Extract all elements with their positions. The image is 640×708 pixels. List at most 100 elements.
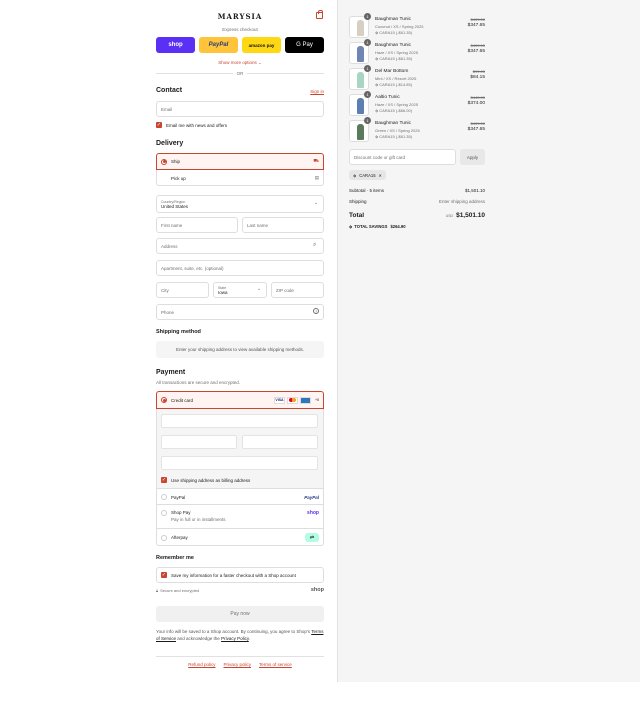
zip-field[interactable]: ZIP code <box>271 282 324 298</box>
paypal-option-row[interactable]: PayPal PayPal <box>156 489 324 505</box>
privacy-link[interactable]: Privacy Policy <box>221 636 249 641</box>
card-name-field[interactable] <box>161 456 318 470</box>
radio-selected-icon[interactable] <box>161 158 167 165</box>
payment-heading: Payment <box>156 369 186 376</box>
check-icon[interactable]: ✓ <box>156 122 162 128</box>
city-field[interactable]: City <box>156 282 209 298</box>
original-price: $99.00 <box>472 69 485 74</box>
quantity-badge: 1 <box>364 91 371 98</box>
apply-button[interactable]: Apply <box>460 149 485 165</box>
shipping-label: Shipping <box>349 199 367 204</box>
email-field[interactable]: Email <box>156 101 324 117</box>
radio-empty-icon[interactable] <box>161 510 167 516</box>
product-variant: Haze / XS / Spring 2025 <box>375 50 418 55</box>
country-value: United States <box>161 203 189 209</box>
product-image <box>357 98 364 114</box>
afterpay-logo-icon: ⇄ <box>305 533 319 542</box>
legal-text-1: Your info will be saved to a Shop accoun… <box>156 629 311 634</box>
afterpay-option-row[interactable]: Afterpay ⇄ <box>156 529 324 546</box>
card-expiry-field[interactable] <box>161 435 237 449</box>
product-name: Baughman Tunic <box>375 17 411 22</box>
show-more-options-link[interactable]: Show more options ⌄ <box>156 60 324 66</box>
original-price: $409.00 <box>470 121 485 126</box>
discounted-price: $84.15 <box>470 75 485 80</box>
shop-logo: shop <box>310 587 324 593</box>
shop-pay-text: Shop Pay Pay in full or in installments <box>171 510 226 522</box>
radio-empty-icon[interactable] <box>161 534 167 541</box>
shop-pay-option-row[interactable]: Shop Pay Pay in full or in installments … <box>156 505 324 529</box>
store-icon: ▤ <box>314 175 319 180</box>
remember-checkbox-row[interactable]: ✓ Save my information for a faster check… <box>161 572 296 578</box>
product-name: Baughman Tunic <box>375 121 411 126</box>
remember-heading: Remember me <box>156 555 194 561</box>
card-brands: VISA +5 <box>274 396 319 404</box>
lock-icon: 🔒︎ <box>156 588 159 593</box>
paypal-button[interactable]: PayPal <box>199 37 238 53</box>
last-name-field[interactable]: Last name <box>242 217 324 233</box>
secure-label: Secure and encrypted <box>160 588 200 593</box>
shipping-row: Shipping Enter shipping address <box>349 199 485 204</box>
cart-bag-icon[interactable] <box>316 10 323 19</box>
cart-line-item: 1 Baughman Tunic Green / XS / Spring 2025 ⬗… <box>349 117 485 142</box>
product-image <box>357 124 364 140</box>
mastercard-icon <box>287 396 298 404</box>
discount-text: CARA15 (-$61.35) <box>379 30 413 35</box>
refund-policy-link[interactable]: Refund policy <box>188 662 215 667</box>
truck-icon: ⛟ <box>313 158 319 163</box>
first-name-field[interactable]: First name <box>156 217 238 233</box>
legal-text: Your info will be saved to a Shop accoun… <box>156 628 324 642</box>
remove-code-icon[interactable]: ✕ <box>379 173 383 178</box>
applied-discount-tag: ⬗ CARA15 ✕ <box>349 170 387 180</box>
ship-option-row[interactable]: Ship ⛟ <box>156 153 324 170</box>
check-icon[interactable]: ✓ <box>161 572 167 578</box>
subtotal-value: $1,501.10 <box>464 188 485 193</box>
discount-text: CARA15 (-$66.00) <box>379 108 413 113</box>
help-icon[interactable]: ? <box>313 308 319 314</box>
product-variant: Coconut / XS / Spring 2025 <box>375 24 424 29</box>
product-image <box>357 20 364 36</box>
total-row: Total USD $1,501.10 <box>349 212 485 219</box>
original-price: $409.00 <box>470 43 485 48</box>
store-logo[interactable]: MARYSIA <box>156 12 324 21</box>
savings-value: $264.90 <box>390 224 406 229</box>
quantity-badge: 1 <box>364 13 371 20</box>
amazon-pay-button[interactable]: amazon pay <box>242 37 281 53</box>
card-number-field[interactable] <box>161 414 318 428</box>
more-cards-count: +5 <box>315 398 319 402</box>
address-field[interactable]: Address <box>156 238 324 254</box>
apartment-field[interactable]: Apartment, suite, etc. (optional) <box>156 260 324 276</box>
credit-card-row[interactable]: Credit card VISA +5 <box>156 391 324 409</box>
ship-label: Ship <box>171 159 181 164</box>
currency-code: USD <box>445 214 454 218</box>
paypal-label: PayPal <box>171 494 186 500</box>
country-select[interactable]: Country/Region United States <box>156 195 324 213</box>
original-price: $440.00 <box>470 95 485 100</box>
discount-input[interactable]: Discount code or gift card <box>349 149 456 165</box>
shop-pay-button[interactable]: shop <box>156 37 195 53</box>
billing-label: Use shipping address as billing address <box>171 477 251 483</box>
product-variant: Haze / XS / Spring 2025 <box>375 102 418 107</box>
quantity-badge: 1 <box>364 117 371 124</box>
amex-icon <box>300 396 311 404</box>
pickup-option-row[interactable]: Pick up ▤ <box>156 170 324 186</box>
product-variant: Mint / XS / Resort 2025 <box>375 76 417 81</box>
discounted-price: $347.65 <box>467 23 485 28</box>
check-icon[interactable]: ✓ <box>161 477 167 483</box>
quantity-badge: 1 <box>364 39 371 46</box>
radio-selected-icon[interactable] <box>161 397 167 403</box>
radio-empty-icon[interactable] <box>161 494 167 500</box>
billing-checkbox-row[interactable]: ✓ Use shipping address as billing addres… <box>161 477 250 483</box>
sign-in-link[interactable]: Sign in <box>156 89 324 94</box>
phone-field[interactable]: Phone <box>156 304 324 320</box>
card-cvv-field[interactable] <box>242 435 318 449</box>
google-pay-button[interactable]: G Pay <box>285 37 324 53</box>
subtotal-row: Subtotal · 5 items $1,501.10 <box>349 188 485 193</box>
legal-text-2: and acknowledge the <box>177 636 220 641</box>
payment-subtitle: All transactions are secure and encrypte… <box>156 380 241 385</box>
pay-now-button[interactable]: Pay now <box>156 606 324 622</box>
shop-logo-icon: shop <box>307 510 319 516</box>
terms-of-service-link[interactable]: Terms of service <box>259 662 292 667</box>
news-checkbox-row[interactable]: ✓ Email me with news and offers <box>156 122 227 128</box>
privacy-policy-link[interactable]: Privacy policy <box>224 662 252 667</box>
cart-line-item: 1 Baughman Tunic Coconut / XS / Spring 202… <box>349 13 485 38</box>
